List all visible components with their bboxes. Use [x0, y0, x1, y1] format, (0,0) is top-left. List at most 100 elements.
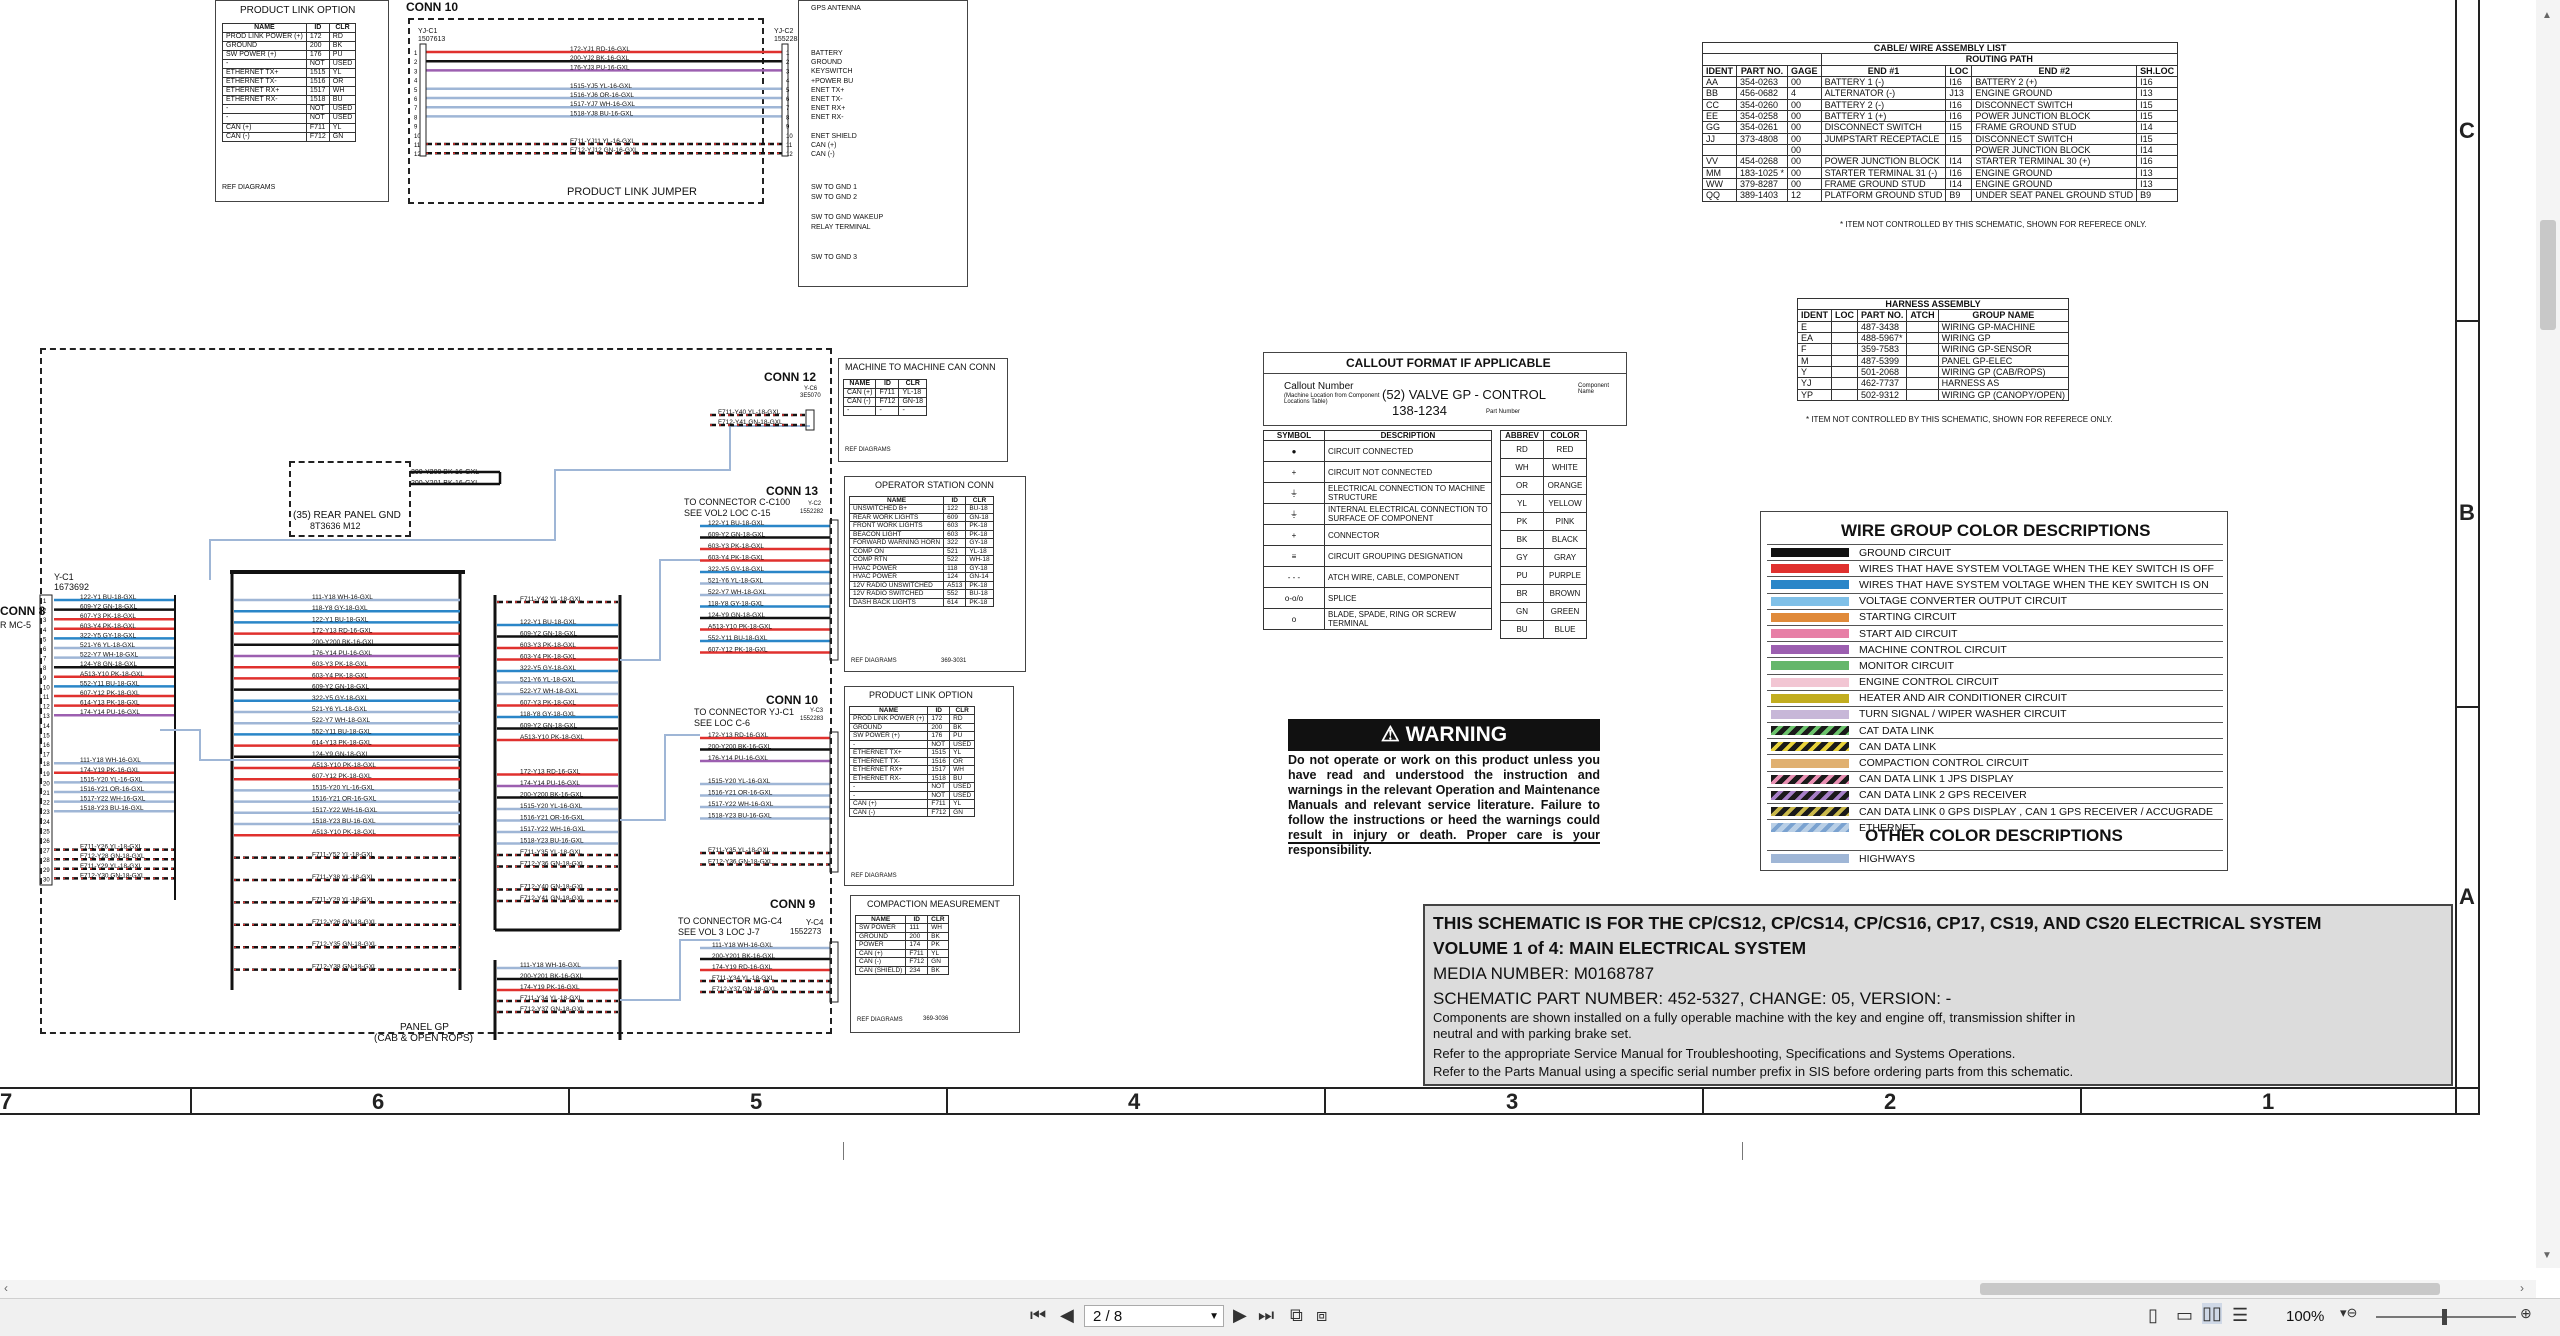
table-cell: PK-18	[965, 529, 994, 540]
table-row: o BLADE, SPADE, RING OR SCREW TERMINAL	[1263, 608, 1492, 631]
vertical-scrollbar[interactable]: ▲ ▼	[2536, 0, 2560, 1268]
table-row: DASH BACK LIGHTS 614 PK-18	[848, 597, 994, 608]
wire-label: 1515-YJ5 YL-16-GXL	[570, 83, 632, 90]
table-cell: GN	[328, 131, 357, 142]
table-cell: M	[1797, 354, 1832, 368]
fit-width-icon[interactable]: ⧈	[1316, 1305, 1327, 1326]
zoom-level[interactable]: 100%	[2286, 1308, 2324, 1325]
wire-label: 174-Y14 PU-16-GXL	[80, 709, 140, 716]
table-cell: RD	[949, 714, 976, 724]
routing-path: ROUTING PATH	[1820, 53, 2179, 66]
scroll-left-icon[interactable]: ‹	[4, 1281, 8, 1295]
table-header: COLOR	[1543, 429, 1587, 442]
table-cell: -	[222, 104, 307, 115]
table-row: BEACON LIGHT 603 PK-18	[848, 529, 994, 540]
wire-label: 1515-Y20 YL-16-GXL	[312, 784, 375, 791]
scroll-mode-icon[interactable]: ☰	[2232, 1305, 2248, 1326]
table-cell: USED	[949, 790, 976, 801]
zoom-in-icon[interactable]: ⊕	[2520, 1305, 2532, 1322]
page-number-input[interactable]: 2 / 8 ▼	[1084, 1305, 1224, 1327]
table-cell: BATTERY 1 (+)	[1820, 110, 1947, 123]
table-cell: EE	[1702, 110, 1737, 123]
table-row: - NOT USED	[222, 104, 357, 115]
table-cell: YL	[328, 68, 357, 79]
title-line3: MEDIA NUMBER: M0168787	[1433, 964, 1655, 983]
table-cell: PROD LINK POWER (+)	[222, 32, 307, 43]
table-cell: GN-18	[898, 397, 928, 408]
scroll-right-icon[interactable]: ›	[2520, 1281, 2524, 1295]
wire-label: 1518-YJ8 BU-16-GXL	[570, 110, 634, 117]
wire-color-label: GROUND CIRCUIT	[1859, 546, 1952, 559]
wire-label: 1516-Y21 OR-16-GXL	[80, 786, 145, 793]
table-header-row: NAME ID CLR	[842, 378, 928, 390]
table-cell: +	[1263, 524, 1325, 547]
wire-color-label: VOLTAGE CONVERTER OUTPUT CIRCUIT	[1859, 595, 2068, 608]
continuous-icon[interactable]: ▭	[2176, 1305, 2193, 1326]
table-cell: 456-0682	[1735, 87, 1789, 100]
ref-diagrams: REF DIAGRAMS	[851, 658, 897, 664]
table-row: o-o/o SPLICE	[1263, 587, 1492, 610]
table-header: SYMBOL	[1263, 429, 1325, 442]
table-cell: PANEL GP-ELEC	[1937, 354, 2070, 368]
zone-divider	[1702, 1089, 1704, 1113]
table-cell: CONNECTOR	[1324, 524, 1492, 547]
table-cell: 172	[305, 32, 330, 43]
wire-label: A513-Y10 PK-18-GXL	[312, 829, 376, 836]
wire-label: 603-Y4 PK-18-GXL	[708, 555, 764, 562]
zoom-slider-thumb[interactable]	[2442, 1309, 2447, 1325]
ref-diagrams: REF DIAGRAMS	[222, 184, 276, 191]
next-page-icon[interactable]: ▶	[1233, 1305, 1247, 1326]
table-cell: 172	[927, 714, 951, 724]
table-title-row: CABLE/ WIRE ASSEMBLY LIST	[1701, 41, 2179, 55]
wire-label: 521-Y6 YL-18-GXL	[708, 578, 764, 585]
table-row: CAN (+) F711 YL	[854, 948, 949, 959]
conn10-to: TO CONNECTOR YJ-C1	[694, 707, 795, 717]
conn8-part: 1673692	[54, 582, 90, 592]
wire-label: F712-Y37 GN-18-GXL	[712, 986, 777, 993]
gps-extra-label: SW TO GND 2	[811, 194, 858, 201]
prev-page-icon[interactable]: ◀	[1060, 1305, 1074, 1326]
table-cell: 1516	[927, 756, 951, 767]
table-row: CAN (SHIELD) 234 BK	[854, 965, 949, 976]
zoom-menu-icon[interactable]: ▾⊖	[2340, 1305, 2357, 1321]
horizontal-scrollbar[interactable]: ‹ ›	[0, 1280, 2536, 1298]
single-page-icon[interactable]: ▯	[2148, 1305, 2158, 1326]
scroll-down-icon[interactable]: ▼	[2542, 1250, 2552, 1261]
horizontal-scroll-thumb[interactable]	[1980, 1283, 2440, 1295]
gps-pin-label: GROUND	[811, 59, 843, 67]
zone-divider	[190, 1089, 192, 1113]
table-cell: ALTERNATOR (-)	[1820, 87, 1947, 100]
pin-number: 4	[414, 79, 418, 85]
conn13-part: 1552282	[800, 509, 824, 515]
wire-label: 200-Y201 BK-16-GXL	[712, 953, 776, 960]
first-page-icon[interactable]: ⏮	[1030, 1305, 1046, 1326]
table-cell: -	[875, 406, 900, 417]
table-cell	[1831, 388, 1858, 402]
table-cell: 1516	[305, 77, 330, 88]
wire-label: 552-Y11 BU-18-GXL	[80, 680, 140, 687]
table-row: MM 183-1025 * 00 STARTER TERMINAL 31 (-) I16…	[1702, 166, 2179, 180]
fit-page-icon[interactable]: ⧉	[1290, 1305, 1303, 1326]
wire-color-row: HIGHWAYS	[1767, 850, 2223, 866]
scroll-up-icon[interactable]: ▲	[2542, 10, 2552, 21]
wire-label: F711-Y42 YL-18-GXL	[520, 596, 583, 603]
table-header: CLR	[927, 914, 949, 925]
pin-number: 6	[43, 647, 47, 653]
zone-divider	[2456, 706, 2478, 708]
table-row: QQ 389-1403 12 PLATFORM GROUND STUD B9 UNDER …	[1702, 189, 2179, 202]
zoom-slider[interactable]	[2376, 1309, 2516, 1325]
wire-label: 1518-Y23 BU-16-GXL	[80, 805, 144, 812]
wire-color-row: WIRES THAT HAVE SYSTEM VOLTAGE WHEN THE …	[1767, 576, 2223, 592]
table-cell: COMP ON	[848, 546, 945, 557]
two-page-icon[interactable]: ▯▯	[2202, 1303, 2222, 1324]
conn10-top-right-id: YJ-C2	[774, 28, 794, 35]
warning-title: WARNING	[1405, 723, 1508, 746]
table-cell: I15	[1945, 121, 1973, 134]
table-cell: INTERNAL ELECTRICAL CONNECTION TO SURFAC…	[1324, 503, 1492, 526]
last-page-icon[interactable]: ⏭	[1258, 1305, 1274, 1326]
conn13-table: NAME ID CLR UNSWITCHED B+ 122 BU-18 REAR WORK …	[848, 495, 994, 608]
wire-label: A513-Y10 PK-18-GXL	[312, 762, 376, 769]
table-row: - NOT USED	[848, 790, 976, 801]
vertical-scroll-thumb[interactable]	[2540, 220, 2556, 330]
table-cell: RD	[1500, 440, 1544, 460]
